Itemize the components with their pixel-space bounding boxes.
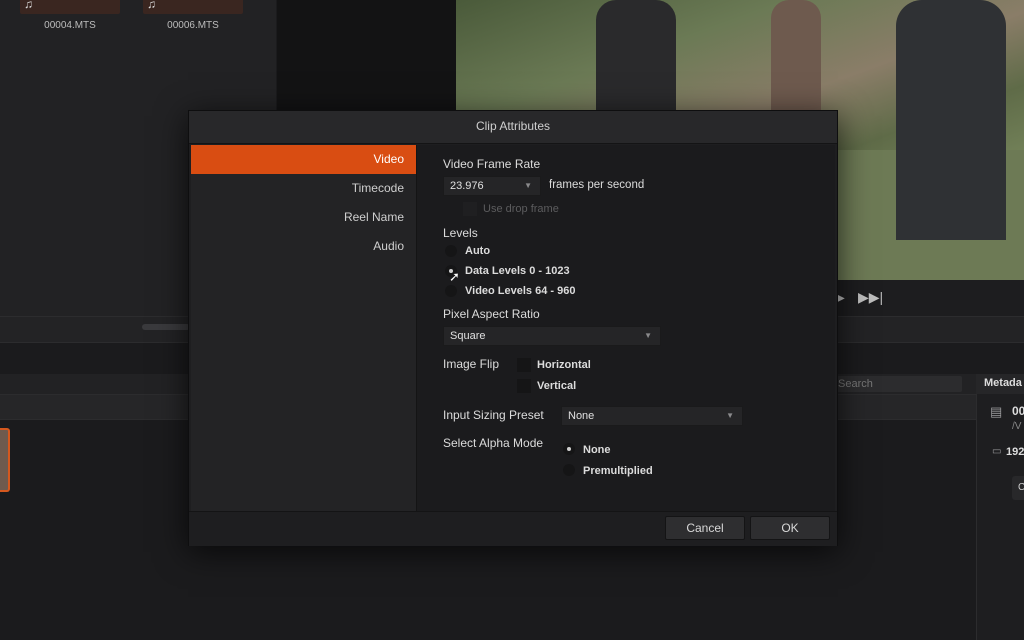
frame-rate-unit: frames per second: [549, 179, 645, 191]
levels-auto-label: Auto: [465, 245, 491, 257]
alpha-premultiplied-label: Premultiplied: [583, 465, 653, 477]
chevron-down-icon: ▼: [524, 181, 532, 190]
image-flip-label: Image Flip: [443, 357, 500, 371]
alpha-premultiplied-radio[interactable]: [563, 464, 575, 476]
music-note-icon: ♫: [24, 0, 33, 11]
clip-name: 00004.MTS: [44, 20, 96, 31]
person-figure: [896, 0, 1006, 240]
frame-rate-label: Video Frame Rate: [443, 157, 541, 171]
metadata-header: Metada: [976, 374, 1024, 394]
selected-clip-thumbnail[interactable]: [0, 428, 10, 492]
mouse-cursor-icon: ➚: [449, 269, 460, 284]
person-figure: [771, 0, 821, 110]
alpha-none-radio[interactable]: [563, 443, 575, 455]
source-viewer: [277, 0, 456, 110]
flip-vertical-label: Vertical: [537, 380, 577, 392]
frame-rate-value: 23.976: [450, 180, 484, 192]
sidebar-item-timecode[interactable]: Timecode: [191, 174, 416, 203]
input-sizing-value: None: [568, 410, 595, 422]
metadata-title: Metada: [984, 377, 1022, 389]
alpha-mode-label: Select Alpha Mode: [443, 436, 544, 450]
clip-attributes-dialog: Clip Attributes Video Timecode Reel Name…: [188, 110, 838, 546]
person-figure: [596, 0, 676, 110]
sidebar-item-video[interactable]: Video: [191, 145, 416, 174]
ok-button[interactable]: OK: [750, 516, 830, 540]
dialog-sidebar: Video Timecode Reel Name Audio: [191, 145, 417, 511]
pixel-aspect-value: Square: [450, 330, 486, 342]
drop-frame-label: Use drop frame: [483, 203, 559, 215]
clip-name: 00006.MTS: [167, 20, 219, 31]
flip-horizontal-checkbox[interactable]: [517, 358, 531, 372]
pixel-aspect-label: Pixel Aspect Ratio: [443, 307, 540, 321]
dialog-content: Video Frame Rate 23.976 ▼ frames per sec…: [417, 145, 835, 511]
metadata-clip-name: 00: [1012, 404, 1024, 418]
dialog-title: Clip Attributes: [189, 111, 837, 144]
monitor-icon: ▭: [992, 446, 1002, 457]
search-input[interactable]: Search: [834, 376, 962, 392]
metadata-button[interactable]: C: [1012, 476, 1024, 500]
drop-frame-checkbox[interactable]: [463, 202, 477, 216]
levels-video-label: Video Levels 64 - 960: [465, 285, 576, 297]
input-sizing-select[interactable]: None ▼: [561, 406, 743, 426]
scrollbar-handle[interactable]: [142, 324, 190, 330]
input-sizing-label: Input Sizing Preset: [443, 408, 544, 422]
flip-vertical-checkbox[interactable]: [517, 379, 531, 393]
music-note-icon: ♫: [147, 0, 156, 11]
cancel-button[interactable]: Cancel: [665, 516, 745, 540]
sidebar-item-reel-name[interactable]: Reel Name: [191, 203, 416, 232]
film-icon: ▤: [990, 404, 1003, 419]
metadata-resolution: 192: [1006, 446, 1024, 458]
chevron-down-icon: ▼: [644, 331, 652, 340]
frame-rate-select[interactable]: 23.976 ▼: [443, 176, 541, 196]
clip-thumbnail-00006[interactable]: ♫: [143, 0, 243, 14]
clip-thumbnail-00004[interactable]: ♫: [20, 0, 120, 14]
chevron-down-icon: ▼: [726, 411, 734, 420]
skip-end-icon[interactable]: ▶▶|: [858, 289, 883, 306]
levels-label: Levels: [443, 226, 478, 240]
levels-video-radio[interactable]: [445, 285, 457, 297]
levels-data-label: Data Levels 0 - 1023: [465, 265, 570, 277]
metadata-path: /V: [1012, 421, 1022, 432]
levels-auto-radio[interactable]: [445, 245, 457, 257]
alpha-none-label: None: [583, 444, 611, 456]
pixel-aspect-select[interactable]: Square ▼: [443, 326, 661, 346]
sidebar-item-audio[interactable]: Audio: [191, 232, 416, 261]
flip-horizontal-label: Horizontal: [537, 359, 591, 371]
